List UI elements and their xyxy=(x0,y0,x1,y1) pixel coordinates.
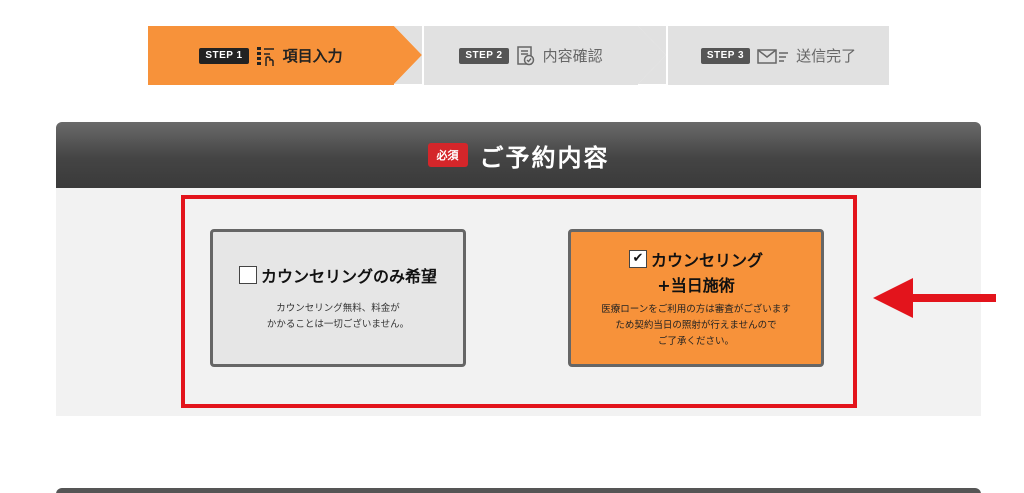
option-2-desc-line3: ご了承ください。 xyxy=(657,335,734,347)
option-1-title-row: カウンセリングのみ希望 xyxy=(238,263,437,287)
option-1-checkbox[interactable] xyxy=(238,266,257,284)
red-arrow-icon xyxy=(873,278,996,318)
envelope-send-icon xyxy=(756,45,790,67)
document-check-icon xyxy=(515,45,537,67)
option-2-title: カウンセリング xyxy=(650,250,763,270)
option-2-checkbox[interactable]: ✔ xyxy=(628,249,647,268)
next-section-header xyxy=(56,488,981,493)
option-1-title: カウンセリングのみ希望 xyxy=(260,267,437,286)
option-2-title-row: ✔ カウンセリング xyxy=(628,247,763,271)
option-1-desc-line2: かかることは一切ございません。 xyxy=(266,319,410,330)
option-1-description: カウンセリング無料、料金が かかることは一切ございません。 xyxy=(267,301,409,333)
step-1-badge: STEP 1 xyxy=(199,47,249,64)
required-badge: 必須 xyxy=(427,143,468,167)
step-2-label: 内容確認 xyxy=(542,47,603,65)
step-2-confirm: STEP 2 内容確認 xyxy=(394,26,638,85)
step-2-badge: STEP 2 xyxy=(459,47,509,64)
step-1-label: 項目入力 xyxy=(282,47,343,65)
option-2-description: 医療ローンをご利用の方は審査がございます ため契約当日の照射が行えませんので ご… xyxy=(601,302,791,350)
step-indicator: STEP 1 項目入力 STEP 2 内容確認 STEP 3 送信完了 xyxy=(148,26,889,85)
step-1-input: STEP 1 項目入力 xyxy=(148,26,394,85)
step-3-complete: STEP 3 送信完了 xyxy=(638,26,889,85)
option-counseling-and-treatment[interactable]: ✔ カウンセリング +当日施術 医療ローンをご利用の方は審査がございます ため契… xyxy=(568,229,824,367)
section-header: 必須 ご予約内容 xyxy=(56,122,981,188)
form-input-icon xyxy=(255,45,277,67)
option-2-title-line2: +当日施術 xyxy=(657,275,735,295)
option-2-desc-line2: ため契約当日の照射が行えませんので xyxy=(615,319,777,331)
step-3-badge: STEP 3 xyxy=(700,47,751,64)
option-1-desc-line1: カウンセリング無料、料金が xyxy=(276,303,400,314)
step-3-label: 送信完了 xyxy=(796,47,857,65)
section-title: ご予約内容 xyxy=(479,143,610,172)
reservation-section: 必須 ご予約内容 カウンセリングのみ希望 カウンセリング無料、料金が かかること… xyxy=(56,122,981,416)
option-counseling-only[interactable]: カウンセリングのみ希望 カウンセリング無料、料金が かかることは一切ございません… xyxy=(210,229,466,367)
option-2-desc-line1: 医療ローンをご利用の方は審査がございます xyxy=(601,303,791,315)
